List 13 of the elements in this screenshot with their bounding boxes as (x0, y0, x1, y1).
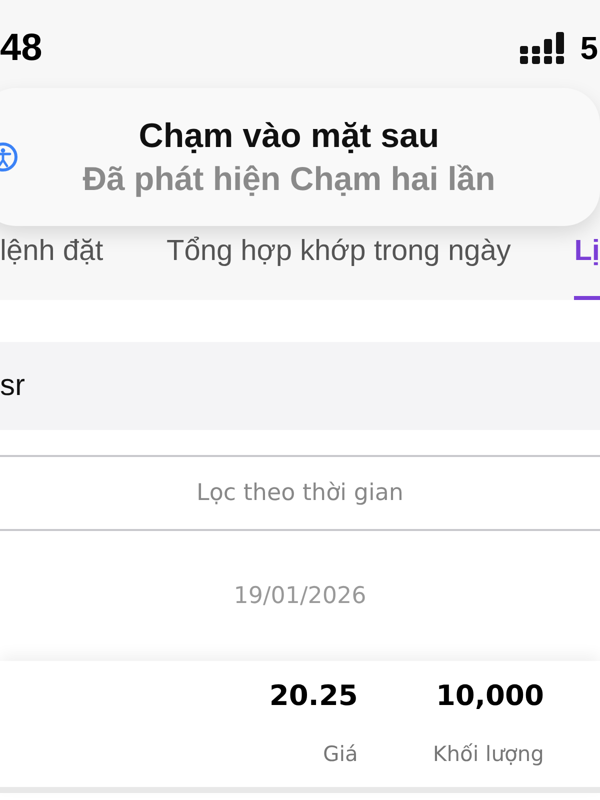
banner-title: Chạm vào mặt sau (138, 116, 440, 158)
date-label: 19/01/2026 (234, 582, 366, 611)
banner-subtitle: Đã phát hiện Chạm hai lần (82, 158, 496, 199)
time-filter-button[interactable]: Lọc theo thời gian (0, 455, 600, 531)
status-time: 48 (0, 28, 42, 66)
network-type: 5 (580, 32, 599, 64)
search-field[interactable]: sr (0, 342, 600, 430)
volume-value: 10,000 (436, 678, 544, 714)
tab[interactable]: lệnh đặt (0, 233, 104, 300)
price-label: Giá (322, 741, 358, 768)
tab[interactable]: Tổng hợp khớp trong ngày (166, 233, 511, 300)
price-value: 20.25 (269, 678, 358, 714)
volume-label: Khối lượng (432, 741, 544, 768)
